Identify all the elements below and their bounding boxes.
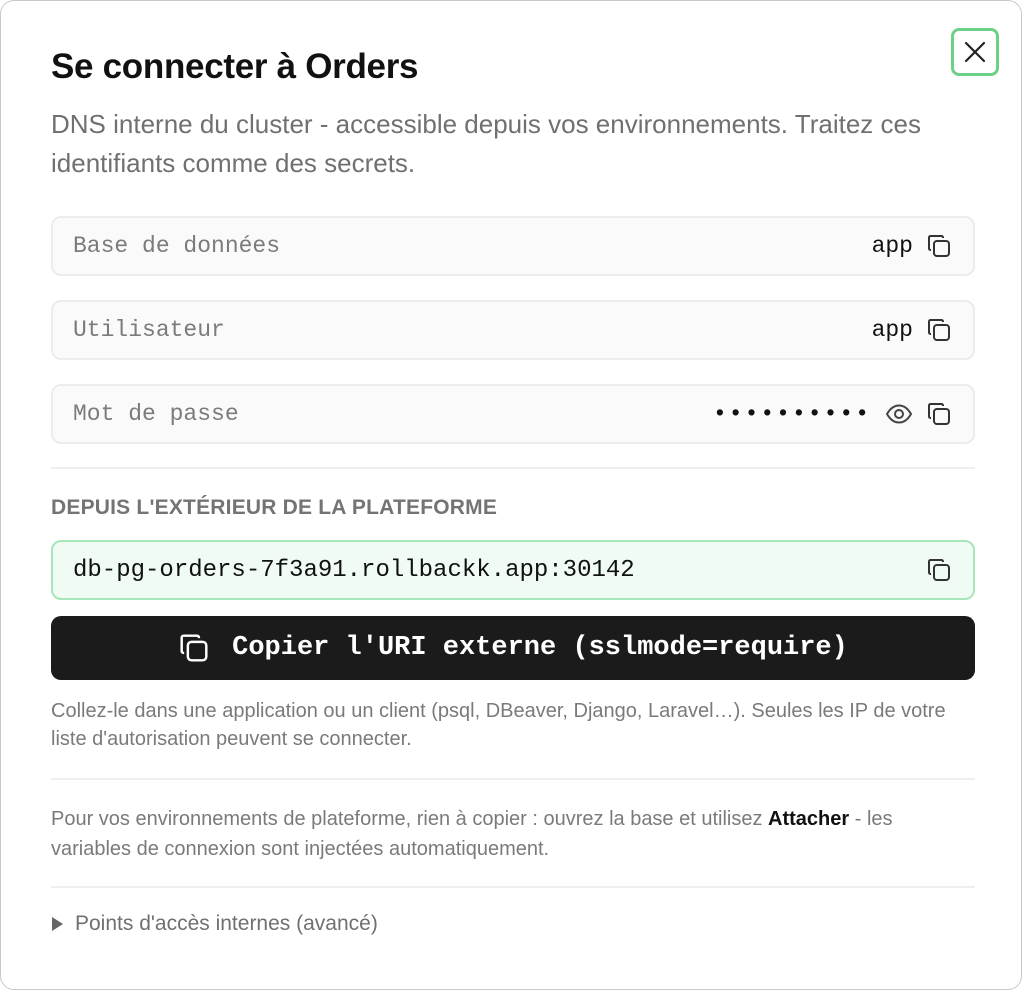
reveal-password-button[interactable] <box>885 400 913 428</box>
close-button[interactable] <box>951 28 999 76</box>
divider <box>51 886 975 888</box>
external-host-value[interactable]: db-pg-orders-7f3a91.rollbackk.app:30142 <box>73 557 925 584</box>
triangle-right-icon <box>52 917 63 931</box>
copy-password-button[interactable] <box>925 400 953 428</box>
attach-keyword: Attacher <box>768 808 850 830</box>
copy-external-host-button[interactable] <box>925 556 953 584</box>
database-field: Base de données app <box>51 216 975 276</box>
advanced-endpoints-toggle[interactable]: Points d'accès internes (avancé) <box>51 912 378 936</box>
connect-dialog: Se connecter à Orders DNS interne du clu… <box>0 0 1022 990</box>
copy-icon <box>928 403 950 425</box>
copy-user-button[interactable] <box>925 316 953 344</box>
platform-text-before: Pour vos environnements de plateforme, r… <box>51 808 769 830</box>
dialog-subtitle: DNS interne du cluster - accessible depu… <box>51 109 921 178</box>
database-label: Base de données <box>73 233 281 259</box>
user-value[interactable]: app <box>872 317 913 343</box>
copy-external-uri-label: Copier l'URI externe (sslmode=require) <box>232 633 848 663</box>
divider <box>51 467 975 469</box>
password-label: Mot de passe <box>73 401 239 427</box>
copy-icon <box>928 559 950 581</box>
external-help-text: Collez-le dans une application ou un cli… <box>51 700 946 750</box>
database-value[interactable]: app <box>872 233 913 259</box>
external-section-heading: DEPUIS L'EXTÉRIEUR DE LA PLATEFORME <box>51 496 498 519</box>
copy-database-button[interactable] <box>925 232 953 260</box>
copy-icon <box>928 319 950 341</box>
user-field: Utilisateur app <box>51 300 975 360</box>
password-field: Mot de passe •••••••••• <box>51 384 975 444</box>
copy-icon <box>928 235 950 257</box>
divider <box>51 778 975 780</box>
advanced-endpoints-label: Points d'accès internes (avancé) <box>75 912 378 935</box>
dialog-title: Se connecter à Orders <box>51 47 419 86</box>
copy-icon <box>180 634 208 662</box>
user-label: Utilisateur <box>73 317 225 343</box>
password-value-masked[interactable]: •••••••••• <box>713 401 871 427</box>
platform-info-text: Pour vos environnements de plateforme, r… <box>51 804 976 864</box>
close-icon <box>964 41 986 63</box>
copy-external-uri-button[interactable]: Copier l'URI externe (sslmode=require) <box>51 616 975 680</box>
external-host-field: db-pg-orders-7f3a91.rollbackk.app:30142 <box>51 540 975 600</box>
eye-icon <box>885 404 913 424</box>
